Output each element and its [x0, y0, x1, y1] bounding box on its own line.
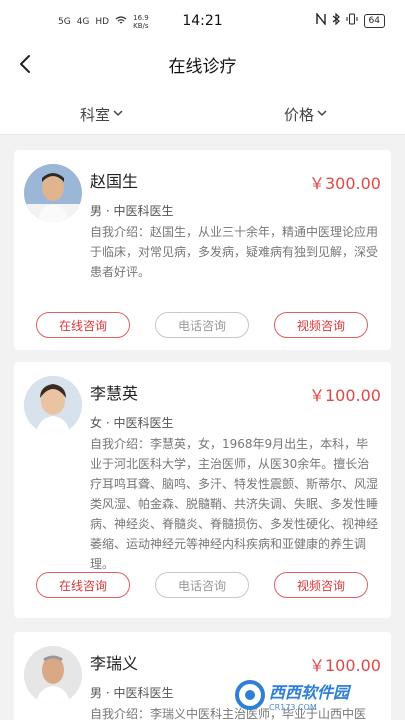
online-consult-button[interactable]: 在线咨询 [36, 312, 130, 338]
filter-bar: 科室 价格 [0, 86, 405, 135]
doctor-title: 男 · 中医科医生 [90, 204, 174, 218]
doctor-intro: 自我介绍：赵国生，从业三十余年，精通中医理论应用于临床，对常见病，多发病，疑难病… [90, 225, 379, 279]
bluetooth-icon [332, 12, 340, 28]
department-filter-label: 科室 [80, 106, 111, 124]
watermark-logo: 西西软件园 CR173.COM [235, 678, 395, 712]
battery-icon: 64 [363, 13, 385, 28]
watermark-text: 西西软件园 [269, 682, 350, 702]
nfc-icon [315, 12, 326, 28]
status-bar: 5G 4G HD 16.9 KB/s 14:21 64 [0, 0, 405, 42]
price-filter-label: 价格 [284, 106, 315, 124]
video-consult-button[interactable]: 视频咨询 [274, 572, 368, 598]
doctor-avatar [24, 164, 82, 222]
doctor-title: 女 · 中医科医生 [90, 416, 174, 430]
watermark-sub: CR173.COM [269, 702, 317, 712]
doctor-name: 李瑞义 [90, 654, 139, 673]
online-consult-button[interactable]: 在线咨询 [36, 572, 130, 598]
page-title: 在线诊疗 [168, 57, 237, 77]
chevron-down-icon [113, 109, 123, 120]
nav-bar: 在线诊疗 [0, 42, 405, 86]
doctor-card[interactable]: 李慧英 ￥100.00 女 · 中医科医生 自我介绍：李慧英，女，1968年9月… [14, 362, 391, 618]
doctor-card[interactable]: 赵国生 ￥300.00 男 · 中医科医生 自我介绍：赵国生，从业三十余年，精通… [14, 150, 391, 350]
doctor-price: ￥100.00 [309, 656, 381, 675]
phone-consult-button[interactable]: 电话咨询 [155, 312, 249, 338]
vibrate-icon [346, 13, 358, 28]
doctor-price: ￥300.00 [309, 174, 381, 193]
status-right-icons: 64 [315, 12, 385, 28]
department-filter[interactable]: 科室 [80, 104, 123, 125]
doctor-price: ￥100.00 [309, 386, 381, 405]
chevron-down-icon [317, 109, 327, 120]
watermark-icon [235, 680, 265, 710]
doctor-title: 男 · 中医科医生 [90, 686, 174, 700]
doctor-name: 李慧英 [90, 384, 139, 403]
doctor-list[interactable]: 赵国生 ￥300.00 男 · 中医科医生 自我介绍：赵国生，从业三十余年，精通… [0, 134, 405, 720]
doctor-name: 赵国生 [90, 172, 139, 191]
doctor-avatar [24, 376, 82, 434]
video-consult-button[interactable]: 视频咨询 [274, 312, 368, 338]
doctor-intro: 自我介绍：李慧英，女，1968年9月出生，本科，毕业于河北医科大学，主治医师，从… [90, 437, 379, 571]
phone-consult-button[interactable]: 电话咨询 [155, 572, 249, 598]
doctor-avatar [24, 646, 82, 704]
price-filter[interactable]: 价格 [284, 104, 327, 125]
